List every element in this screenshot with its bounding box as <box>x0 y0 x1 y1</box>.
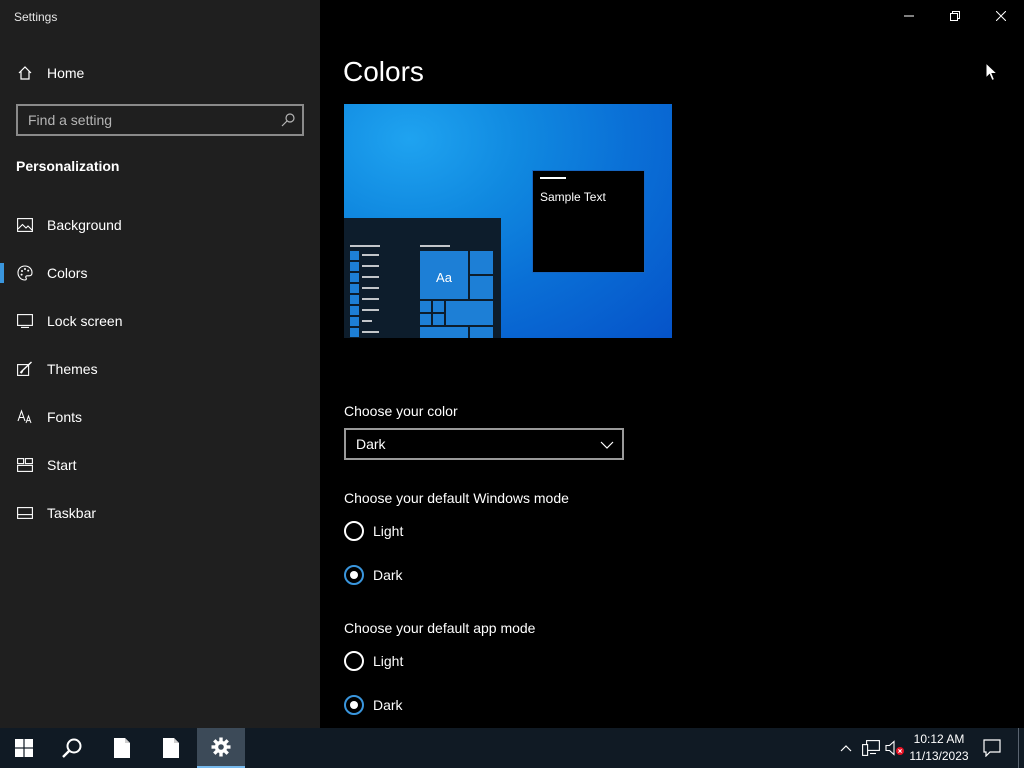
windows-logo-icon <box>15 739 33 757</box>
preview-window: Sample Text <box>532 170 645 273</box>
home-nav[interactable]: Home <box>0 53 320 93</box>
network-button[interactable] <box>860 728 882 768</box>
chevron-down-icon <box>600 438 614 452</box>
radio-label: Light <box>373 653 404 669</box>
taskbar-app-document-2[interactable] <box>147 728 195 768</box>
sidebar-item-taskbar[interactable]: Taskbar <box>0 493 320 533</box>
network-icon <box>862 740 880 756</box>
home-label: Home <box>47 65 85 81</box>
radio-label: Dark <box>373 567 403 583</box>
notifications-icon <box>983 739 1001 757</box>
close-button[interactable] <box>978 0 1024 32</box>
mouse-cursor-icon <box>985 62 999 82</box>
taskbar: 10:12 AM 11/13/2023 <box>0 728 1024 768</box>
fonts-icon <box>16 408 34 426</box>
sidebar-item-label: Themes <box>47 361 98 377</box>
preview-sample-text: Sample Text <box>540 190 606 204</box>
search-icon[interactable] <box>280 112 296 128</box>
minimize-icon <box>904 15 914 17</box>
search-icon <box>62 738 82 758</box>
brush-icon <box>16 360 34 378</box>
show-desktop-divider[interactable] <box>1018 728 1019 768</box>
document-icon <box>163 738 179 758</box>
restore-button[interactable] <box>932 0 978 32</box>
windows-mode-light-radio[interactable] <box>344 521 364 541</box>
home-icon <box>16 64 34 82</box>
app-mode-light-option[interactable]: Light <box>344 649 403 673</box>
app-mode-light-radio[interactable] <box>344 651 364 671</box>
sidebar-item-label: Background <box>47 217 122 233</box>
sidebar-item-label: Start <box>47 457 77 473</box>
app-mode-dark-radio[interactable] <box>344 695 364 715</box>
sidebar-item-label: Colors <box>47 265 88 281</box>
sidebar-item-background[interactable]: Background <box>0 205 320 245</box>
section-heading: Personalization <box>16 158 120 174</box>
choose-color-value: Dark <box>356 436 386 452</box>
taskbar-app-settings[interactable] <box>197 728 245 768</box>
window-controls <box>886 0 1024 32</box>
sidebar-item-label: Lock screen <box>47 313 123 329</box>
choose-color-label: Choose your color <box>344 403 458 419</box>
windows-mode-light-option[interactable]: Light <box>344 519 403 543</box>
preview-tile-text: Aa <box>436 270 453 285</box>
app-mode-label: Choose your default app mode <box>344 620 536 636</box>
theme-preview: Aa Sample Text <box>344 104 672 338</box>
sidebar-item-label: Fonts <box>47 409 83 425</box>
volume-muted-icon <box>885 740 904 756</box>
settings-icon <box>211 737 231 757</box>
chevron-up-icon <box>840 745 852 752</box>
app-mode-dark-option[interactable]: Dark <box>344 693 403 717</box>
action-center-button[interactable] <box>978 728 1006 768</box>
sidebar-item-themes[interactable]: Themes <box>0 349 320 389</box>
sidebar-item-start[interactable]: Start <box>0 445 320 485</box>
minimize-button[interactable] <box>886 0 932 32</box>
document-icon <box>114 738 130 758</box>
windows-mode-dark-radio[interactable] <box>344 565 364 585</box>
show-hidden-icons-button[interactable] <box>836 728 856 768</box>
clock-time: 10:12 AM <box>913 732 965 746</box>
search-box[interactable] <box>16 104 304 136</box>
lock-screen-icon <box>16 312 34 330</box>
start-button[interactable] <box>0 728 48 768</box>
volume-button[interactable] <box>884 728 906 768</box>
window-title: Settings <box>14 10 58 24</box>
clock-date: 11/13/2023 <box>909 749 969 763</box>
close-icon <box>996 11 1006 21</box>
windows-mode-label: Choose your default Windows mode <box>344 490 569 506</box>
choose-color-dropdown[interactable]: Dark <box>344 428 624 460</box>
palette-icon <box>16 264 34 282</box>
sidebar-item-lock-screen[interactable]: Lock screen <box>0 301 320 341</box>
radio-label: Dark <box>373 697 403 713</box>
sidebar-item-colors[interactable]: Colors <box>0 253 320 293</box>
taskbar-search-button[interactable] <box>48 728 96 768</box>
picture-icon <box>16 216 34 234</box>
search-input[interactable] <box>18 106 274 134</box>
taskbar-app-document-1[interactable] <box>98 728 146 768</box>
start-icon <box>16 456 34 474</box>
radio-label: Light <box>373 523 404 539</box>
taskbar-clock[interactable]: 10:12 AM 11/13/2023 <box>905 731 973 765</box>
taskbar-icon <box>16 504 34 522</box>
page-title: Colors <box>343 56 424 87</box>
sidebar: Settings Home Personalization Background… <box>0 0 320 728</box>
main-content: Colors Aa Sample Text Choose your color … <box>320 0 1024 728</box>
restore-icon <box>950 11 960 21</box>
sidebar-item-fonts[interactable]: Fonts <box>0 397 320 437</box>
preview-start-menu: Aa <box>344 218 501 338</box>
sidebar-item-label: Taskbar <box>47 505 97 521</box>
windows-mode-dark-option[interactable]: Dark <box>344 563 403 587</box>
